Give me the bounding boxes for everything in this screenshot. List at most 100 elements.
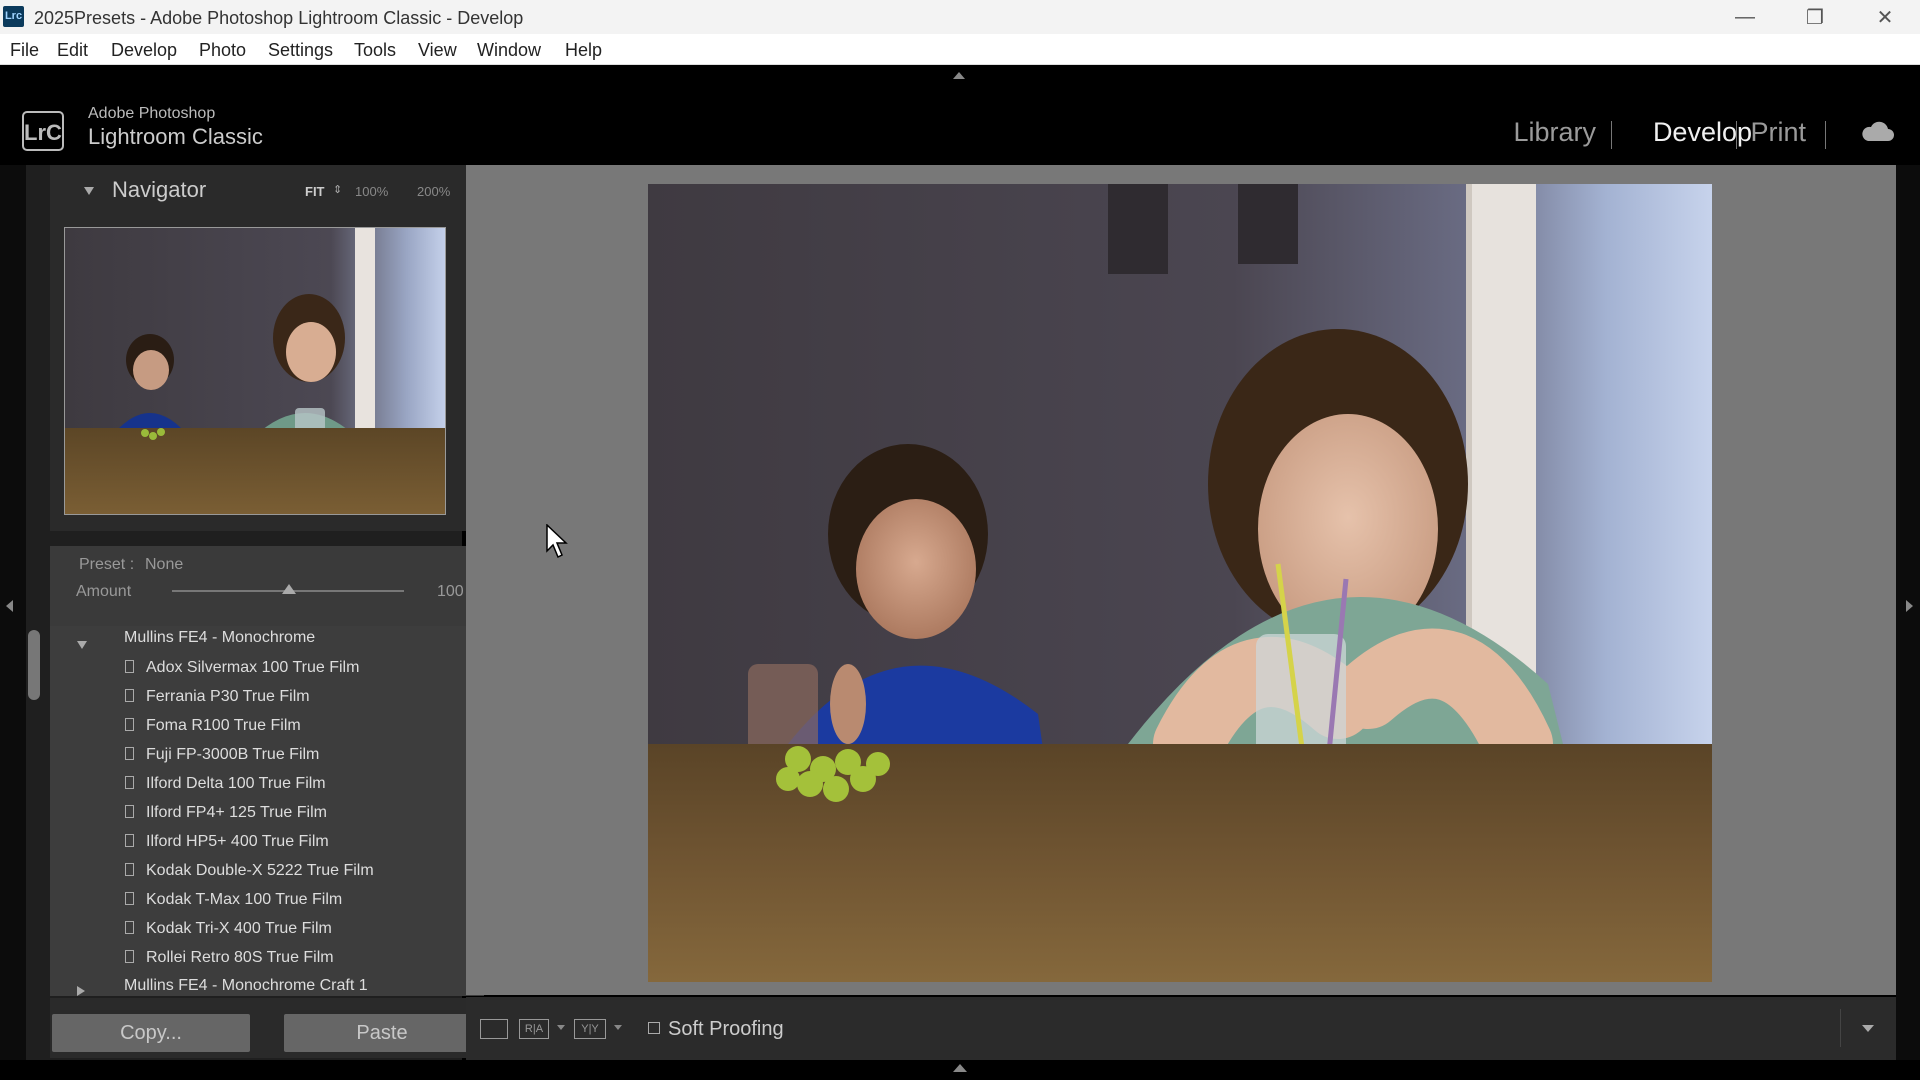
preset-doc-icon (125, 747, 134, 760)
preset-item[interactable]: Ilford HP5+ 400 True Film (50, 829, 484, 858)
module-develop[interactable]: Develop (1653, 117, 1752, 148)
preset-label: Preset : (79, 556, 135, 573)
preset-doc-icon (125, 689, 134, 702)
brand-line1: Adobe Photoshop (88, 105, 216, 122)
preset-doc-icon (125, 892, 134, 905)
left-panel: Navigator FIT ⇕ 100% 200% ⇕ (26, 165, 484, 1060)
menu-window[interactable]: Window (477, 40, 541, 61)
before-after-dropdown-icon[interactable] (557, 1025, 565, 1030)
window-title: 2025Presets - Adobe Photoshop Lightroom … (34, 8, 524, 28)
zoom-fit[interactable]: FIT (305, 184, 325, 199)
collapse-bottom-icon[interactable] (953, 1064, 967, 1072)
preset-item-label: Foma R100 True Film (146, 717, 301, 734)
preset-item[interactable]: Kodak T-Max 100 True Film (50, 887, 484, 916)
preset-item-label: Ferrania P30 True Film (146, 688, 310, 705)
preset-item[interactable]: Ilford Delta 100 True Film (50, 771, 484, 800)
survey-view-icon[interactable]: Y|Y (574, 1019, 606, 1039)
copy-paste-bar: Copy... Paste (50, 998, 484, 1058)
preset-item[interactable]: Fuji FP-3000B True Film (50, 742, 484, 771)
preset-doc-icon (125, 805, 134, 818)
amount-value: 100 (437, 583, 464, 600)
preset-item[interactable]: Adox Silvermax 100 True Film (50, 655, 484, 684)
preset-scrollbar[interactable] (28, 630, 40, 700)
preset-item-label: Fuji FP-3000B True Film (146, 746, 320, 763)
preset-doc-icon (125, 834, 134, 847)
preset-item-label: Kodak T-Max 100 True Film (146, 891, 343, 908)
module-print[interactable]: Print (1750, 117, 1806, 148)
zoom-100[interactable]: 100% (355, 184, 388, 199)
zoom-200[interactable]: 200% (417, 184, 450, 199)
menu-settings[interactable]: Settings (268, 40, 333, 61)
mouse-cursor-icon (546, 523, 570, 565)
menu-help[interactable]: Help (565, 40, 602, 61)
preset-item-label: Kodak Double-X 5222 True Film (146, 862, 374, 879)
toolbar-divider (1840, 1009, 1841, 1047)
preset-doc-icon (125, 921, 134, 934)
collapse-top-icon[interactable] (953, 72, 965, 79)
left-edge (0, 165, 26, 1060)
preset-list: Mullins FE4 - Monochrome Adox Silvermax … (50, 626, 484, 996)
app-icon: Lrc (3, 6, 24, 27)
before-after-icon[interactable]: R|A (519, 1019, 549, 1039)
preset-group-label: Mullins FE4 - Monochrome (124, 629, 316, 646)
amount-slider-thumb[interactable] (282, 584, 296, 594)
toolbar-options-chevron-icon[interactable] (1862, 1025, 1874, 1032)
navigator-header[interactable]: Navigator FIT ⇕ 100% 200% ⇕ (50, 165, 484, 221)
amount-label: Amount (76, 583, 132, 600)
preset-doc-icon (125, 950, 134, 963)
preset-item-label: Kodak Tri-X 400 True Film (146, 920, 332, 937)
menu-develop[interactable]: Develop (111, 40, 177, 61)
minimize-button[interactable]: — (1710, 0, 1780, 34)
preset-item[interactable]: Foma R100 True Film (50, 713, 484, 742)
module-separator (1825, 121, 1826, 149)
preset-doc-icon (125, 718, 134, 731)
collapse-right-icon[interactable] (1906, 600, 1913, 612)
menu-bar: File Edit Develop Photo Settings Tools V… (0, 34, 1920, 65)
soft-proofing-checkbox[interactable] (648, 1022, 660, 1034)
preset-item-label: Ilford HP5+ 400 True Film (146, 833, 329, 850)
navigator-collapse-icon[interactable] (84, 187, 94, 195)
preset-group-collapsed[interactable]: Mullins FE4 - Monochrome Craft 1 (50, 974, 484, 996)
module-separator (1736, 121, 1737, 149)
preset-item-label: Ilford FP4+ 125 True Film (146, 804, 327, 821)
paste-button[interactable]: Paste (284, 1014, 480, 1052)
develop-toolbar: R|A Y|Y Soft Proofing (466, 997, 1896, 1060)
title-bar: Lrc 2025Presets - Adobe Photoshop Lightr… (0, 0, 1920, 34)
preset-item[interactable]: Rollei Retro 80S True Film (50, 945, 484, 974)
preset-doc-icon (125, 660, 134, 673)
restore-button[interactable]: ❐ (1780, 0, 1850, 34)
close-button[interactable]: ✕ (1850, 0, 1920, 34)
survey-dropdown-icon[interactable] (614, 1025, 622, 1030)
brand-line2: Lightroom Classic (88, 124, 263, 149)
right-edge (1896, 165, 1920, 1060)
preset-item[interactable]: Ilford FP4+ 125 True Film (50, 800, 484, 829)
preset-group-label: Mullins FE4 - Monochrome Craft 1 (124, 977, 368, 994)
top-bar: LrC Adobe Photoshop Lightroom Classic Li… (0, 65, 1920, 165)
preset-value: None (145, 556, 184, 573)
menu-edit[interactable]: Edit (57, 40, 88, 61)
preset-doc-icon (125, 863, 134, 876)
menu-view[interactable]: View (418, 40, 457, 61)
preset-item[interactable]: Kodak Tri-X 400 True Film (50, 916, 484, 945)
zoom-fit-arrows-icon[interactable]: ⇕ (333, 183, 342, 196)
copy-button[interactable]: Copy... (52, 1014, 250, 1052)
collapsed-triangle-icon[interactable] (77, 983, 85, 996)
expanded-triangle-icon[interactable] (77, 636, 87, 654)
preset-amount-box: Preset : None Amount 100 (50, 546, 484, 626)
module-library[interactable]: Library (1513, 117, 1596, 148)
preset-group-expanded[interactable]: Mullins FE4 - Monochrome (50, 626, 484, 655)
preset-item[interactable]: Ferrania P30 True Film (50, 684, 484, 713)
preset-item-label: Ilford Delta 100 True Film (146, 775, 326, 792)
menu-file[interactable]: File (10, 40, 39, 61)
menu-photo[interactable]: Photo (199, 40, 246, 61)
loupe-view-icon[interactable] (480, 1019, 508, 1039)
menu-tools[interactable]: Tools (354, 40, 396, 61)
navigator-title: Navigator (112, 177, 207, 202)
preset-item[interactable]: Kodak Double-X 5222 True Film (50, 858, 484, 887)
preset-doc-icon (125, 776, 134, 789)
navigator-thumbnail[interactable] (64, 227, 446, 515)
main-photo[interactable] (648, 184, 1712, 982)
cloud-icon[interactable] (1860, 119, 1894, 148)
collapse-left-icon[interactable] (6, 600, 13, 612)
module-separator (1611, 121, 1612, 149)
